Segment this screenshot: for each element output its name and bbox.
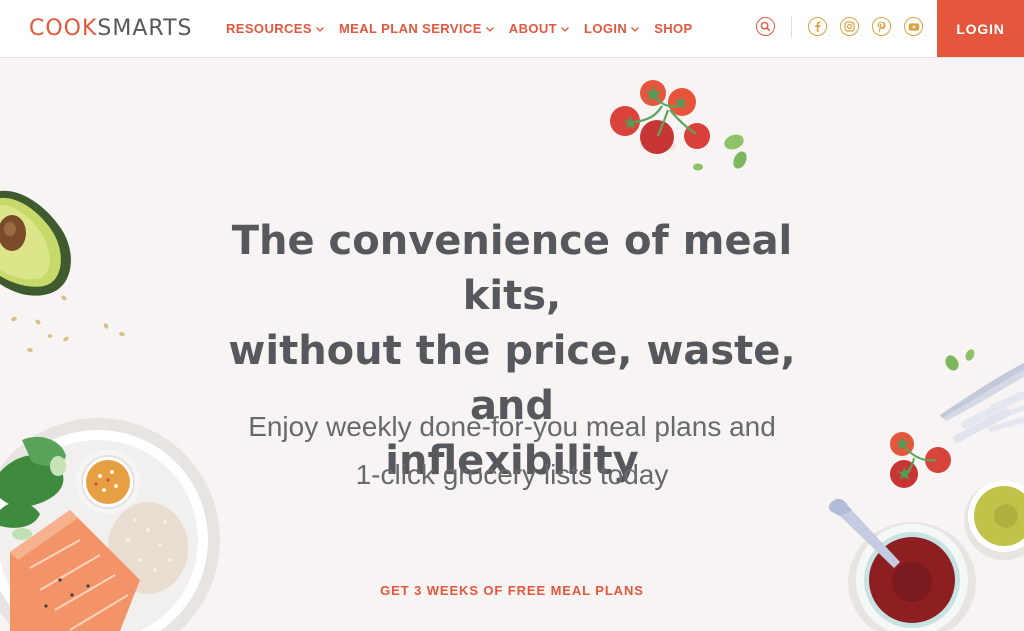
- nav-login[interactable]: LOGIN: [584, 21, 640, 36]
- chevron-down-icon: [315, 26, 324, 32]
- chevron-down-icon: [485, 26, 494, 32]
- main-nav: RESOURCES MEAL PLAN SERVICE ABOUT LOGIN …: [226, 21, 693, 36]
- avocado-illustration: [0, 190, 125, 353]
- chevron-down-icon: [561, 26, 569, 32]
- nav-meal-plan-service-label: MEAL PLAN SERVICE: [338, 21, 482, 36]
- logo-text-cook: COOK: [29, 16, 98, 41]
- search-button[interactable]: [756, 17, 775, 36]
- facebook-icon: [815, 21, 821, 32]
- free-meal-plans-cta-link[interactable]: GET 3 WEEKS OF FREE MEAL PLANS: [344, 583, 680, 598]
- nav-meal-plan-service[interactable]: MEAL PLAN SERVICE: [339, 21, 495, 36]
- nav-resources-label: RESOURCES: [226, 21, 312, 36]
- hero-subheadline-line-2: 1-click grocery lists today: [355, 459, 669, 490]
- instagram-link[interactable]: [840, 17, 859, 36]
- sauce-bowl-illustration: [964, 480, 1024, 560]
- cooksmarts-logo[interactable]: COOKSMARTS: [29, 16, 193, 41]
- header-divider: [791, 16, 792, 38]
- nav-shop[interactable]: SHOP: [654, 21, 692, 36]
- search-icon: [760, 21, 771, 32]
- nav-about-label: ABOUT: [508, 21, 558, 36]
- hero-subheadline-line-1: Enjoy weekly done-for-you meal plans and: [248, 411, 776, 442]
- soup-bowl-illustration: [828, 498, 976, 631]
- nav-resources[interactable]: RESOURCES: [226, 21, 325, 36]
- facebook-link[interactable]: [808, 17, 827, 36]
- youtube-link[interactable]: [904, 17, 923, 36]
- hero-subheadline: Enjoy weekly done-for-you meal plans and…: [180, 403, 844, 499]
- cherry-tomatoes-illustration: [610, 80, 747, 171]
- nav-login-label: LOGIN: [584, 21, 628, 36]
- hero-headline-line-1: The convenience of meal kits,: [231, 218, 793, 319]
- login-button[interactable]: LOGIN: [937, 0, 1024, 57]
- chevron-down-icon: [631, 26, 640, 32]
- youtube-icon: [908, 22, 919, 31]
- nav-about[interactable]: ABOUT: [509, 21, 570, 36]
- nav-shop-label: SHOP: [654, 21, 693, 36]
- logo-text-smarts: SMARTS: [97, 16, 193, 41]
- knife-fork-illustration: [940, 363, 1024, 443]
- pinterest-icon: [877, 21, 886, 32]
- instagram-icon: [844, 21, 855, 32]
- pinterest-link[interactable]: [872, 17, 891, 36]
- site-header: COOKSMARTS RESOURCES MEAL PLAN SERVICE A…: [0, 0, 1024, 58]
